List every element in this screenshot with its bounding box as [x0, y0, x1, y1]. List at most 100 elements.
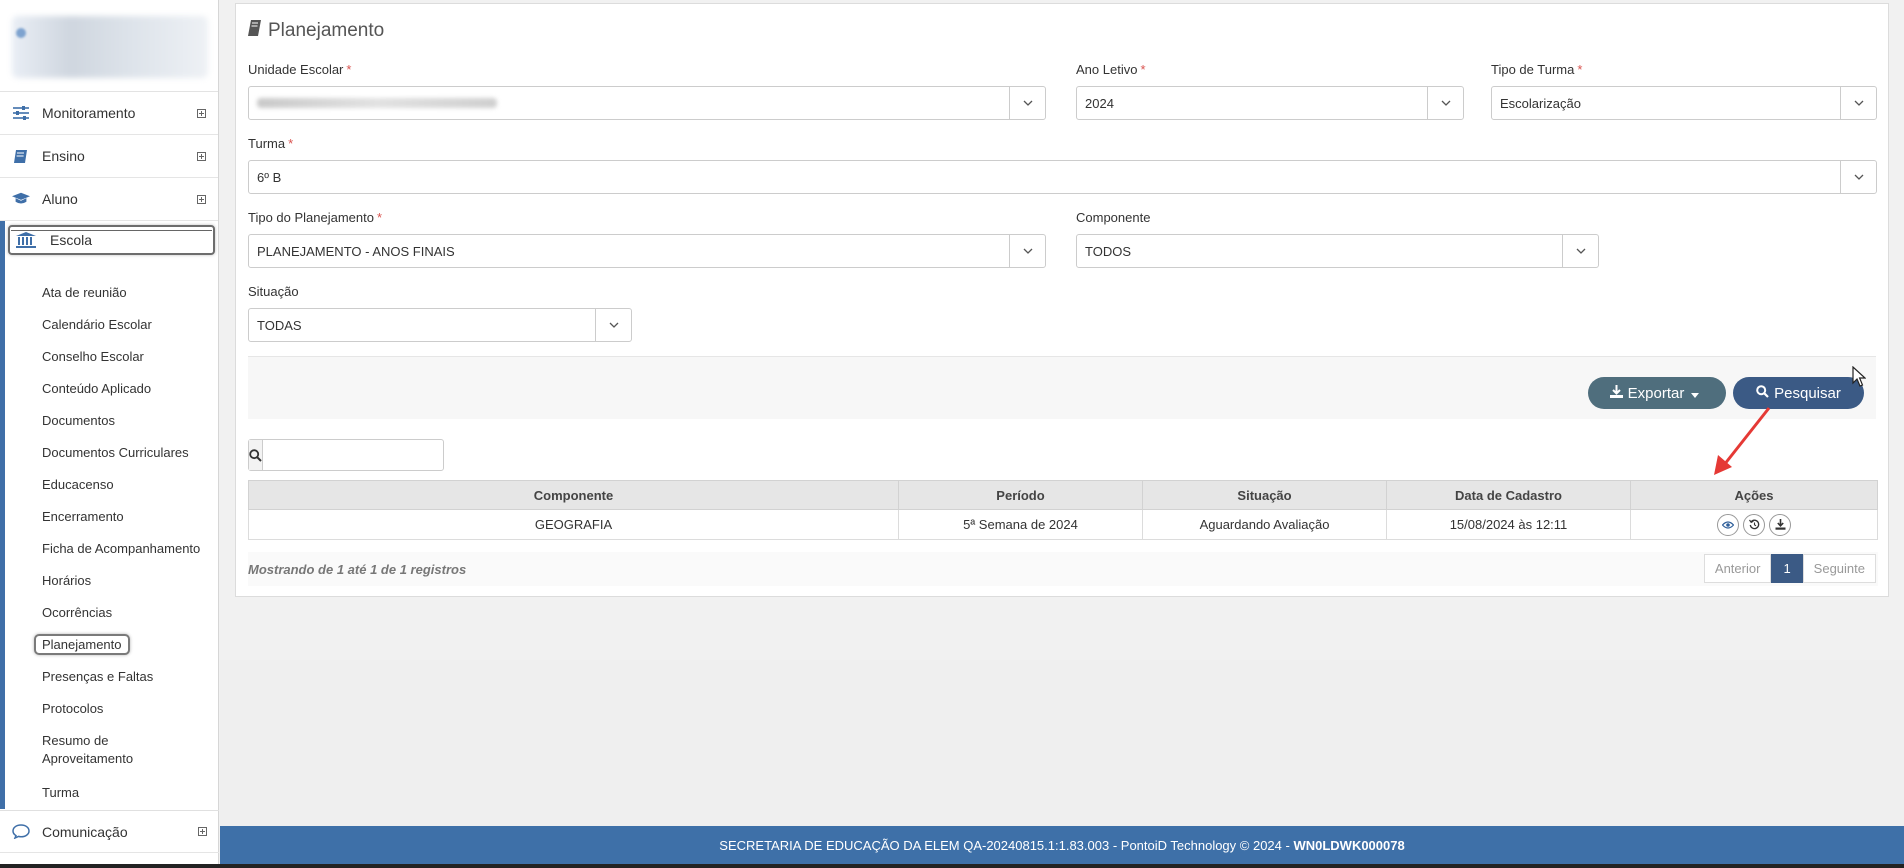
turma-select[interactable]: 6º B: [248, 160, 1877, 194]
submenu-item-turma[interactable]: Turma: [42, 776, 222, 808]
submenu-item-planejamento[interactable]: Planejamento: [34, 628, 222, 660]
submenu-item-resumo[interactable]: Resumo de Aproveitamento: [42, 724, 222, 776]
unidade-select[interactable]: [248, 86, 1046, 120]
download-icon[interactable]: [1769, 513, 1791, 536]
submenu-item-encerramento[interactable]: Encerramento: [42, 500, 222, 532]
submenu-item-horarios[interactable]: Horários: [42, 564, 222, 596]
situacao-select[interactable]: TODAS: [248, 308, 632, 342]
tipo-turma-select[interactable]: Escolarização: [1491, 86, 1877, 120]
unidade-label: Unidade Escolar *: [248, 62, 352, 77]
pagination-next[interactable]: Seguinte: [1802, 554, 1876, 583]
submenu-item-documentos[interactable]: Documentos: [42, 404, 222, 436]
table-filter-input[interactable]: [263, 440, 451, 470]
cell-componente: GEOGRAFIA: [248, 509, 899, 540]
submenu-item-presencas[interactable]: Presenças e Faltas: [42, 660, 222, 692]
submenu-label: Educacenso: [42, 476, 114, 492]
pagination-prev[interactable]: Anterior: [1703, 554, 1772, 583]
sidebar-item-comunicacao[interactable]: Comunicação: [0, 810, 219, 853]
ano-select[interactable]: 2024: [1076, 86, 1464, 120]
submenu-label: Documentos: [42, 412, 115, 428]
cell-situacao: Aguardando Avaliação: [1142, 509, 1387, 540]
submenu-label: Calendário Escolar: [42, 316, 152, 332]
logo-area: [0, 0, 218, 92]
footer-text: SECRETARIA DE EDUCAÇÃO DA ELEM QA-202408…: [719, 837, 1294, 853]
planejamento-table: Componente Período Situação Data de Cada…: [248, 480, 1878, 540]
export-button[interactable]: Exportar: [1588, 377, 1726, 409]
componente-label: Componente: [1076, 210, 1151, 225]
search-label: Pesquisar: [1774, 384, 1841, 402]
sidebar-item-ensino[interactable]: Ensino: [0, 135, 218, 178]
cell-data-cadastro: 15/08/2024 às 12:11: [1386, 509, 1631, 540]
submenu-item-ocorrencias[interactable]: Ocorrências: [42, 596, 222, 628]
submenu-item-protocolos[interactable]: Protocolos: [42, 692, 222, 724]
submenu-label: Protocolos: [42, 700, 104, 716]
componente-select[interactable]: TODOS: [1076, 234, 1599, 268]
table-header-row: Componente Período Situação Data de Cada…: [248, 480, 1878, 510]
submenu-item-conteudo[interactable]: Conteúdo Aplicado: [42, 372, 222, 404]
sliders-icon: [12, 104, 30, 122]
submenu-label: Ocorrências: [42, 604, 113, 620]
submenu-label: Resumo de Aproveitamento: [42, 733, 134, 766]
cell-acoes: [1630, 509, 1878, 540]
expand-icon: [197, 108, 206, 118]
eye-icon[interactable]: [1717, 513, 1739, 536]
app-footer: SECRETARIA DE EDUCAÇÃO DA ELEM QA-202408…: [220, 826, 1904, 864]
col-periodo[interactable]: Período: [898, 480, 1143, 510]
chat-bubble-icon: [12, 823, 30, 841]
table-row: GEOGRAFIA 5ª Semana de 2024 Aguardando A…: [248, 509, 1878, 540]
annotation-arrow-icon: [1714, 407, 1771, 475]
submenu-label: Planejamento: [34, 633, 130, 655]
submenu-item-ficha[interactable]: Ficha de Acompanhamento: [42, 532, 222, 564]
history-icon[interactable]: [1743, 513, 1765, 536]
expand-icon: [197, 151, 206, 161]
submenu-item-calendario[interactable]: Calendário Escolar: [42, 308, 222, 340]
submenu-item-educacenso[interactable]: Educacenso: [42, 468, 222, 500]
content-background: [220, 660, 1904, 826]
pagination-page-1[interactable]: 1: [1771, 554, 1803, 583]
caret-down-icon: [1691, 385, 1704, 402]
escola-submenu: Ata de reunião Calendário Escolar Consel…: [34, 276, 222, 808]
expand-icon: [198, 827, 207, 836]
planejamento-panel: Planejamento Unidade Escolar * Ano Letivo…: [235, 3, 1889, 597]
submenu-item-documentos-curriculares[interactable]: Documentos Curriculares: [42, 436, 222, 468]
pagination: Anterior 1 Seguinte: [1703, 554, 1876, 583]
records-info: Mostrando de 1 até 1 de 1 registros: [248, 562, 467, 577]
chevron-down-icon: [1562, 235, 1598, 267]
table-filter: [248, 439, 451, 471]
submenu-item-conselho[interactable]: Conselho Escolar: [42, 340, 222, 372]
chevron-down-icon: [1840, 87, 1876, 119]
chevron-down-icon: [595, 309, 631, 341]
logo: [12, 16, 208, 78]
sidebar-item-label: Escola: [50, 232, 93, 248]
action-toolbar: Exportar Pesquisar: [248, 356, 1876, 419]
book-icon: [12, 147, 30, 165]
book-icon: [248, 20, 261, 42]
mouse-cursor-icon: [1852, 366, 1866, 387]
expand-icon: [197, 194, 206, 204]
turma-value: 6º B: [257, 169, 282, 185]
chevron-down-icon: [1009, 87, 1045, 119]
submenu-label: Conselho Escolar: [42, 348, 144, 364]
submenu-label: Turma: [42, 784, 80, 800]
col-data-cadastro[interactable]: Data de Cadastro: [1386, 480, 1631, 510]
ano-label: Ano Letivo *: [1076, 62, 1146, 77]
chevron-down-icon: [1427, 87, 1463, 119]
col-acoes: Ações: [1630, 480, 1878, 510]
submenu-label: Ficha de Acompanhamento: [42, 540, 201, 556]
tipo-turma-label: Tipo de Turma *: [1491, 62, 1583, 77]
tipo-planejamento-select[interactable]: PLANEJAMENTO - ANOS FINAIS: [248, 234, 1046, 268]
window-bottom-border: [0, 864, 1904, 868]
sidebar-item-aluno[interactable]: Aluno: [0, 178, 218, 221]
col-componente[interactable]: Componente: [248, 480, 899, 510]
footer-code: WN0LDWK000078: [1293, 837, 1405, 853]
chevron-down-icon: [1009, 235, 1045, 267]
tipo-planejamento-value: PLANEJAMENTO - ANOS FINAIS: [257, 243, 455, 259]
download-icon: [1609, 384, 1628, 402]
search-icon: [249, 440, 263, 470]
submenu-label: Ata de reunião: [42, 284, 127, 300]
sidebar-item-escola[interactable]: Escola: [8, 225, 215, 255]
sidebar-item-monitoramento[interactable]: Monitoramento: [0, 92, 218, 135]
situacao-label: Situação: [248, 284, 299, 299]
submenu-item-ata[interactable]: Ata de reunião: [42, 276, 222, 308]
col-situacao[interactable]: Situação: [1142, 480, 1387, 510]
